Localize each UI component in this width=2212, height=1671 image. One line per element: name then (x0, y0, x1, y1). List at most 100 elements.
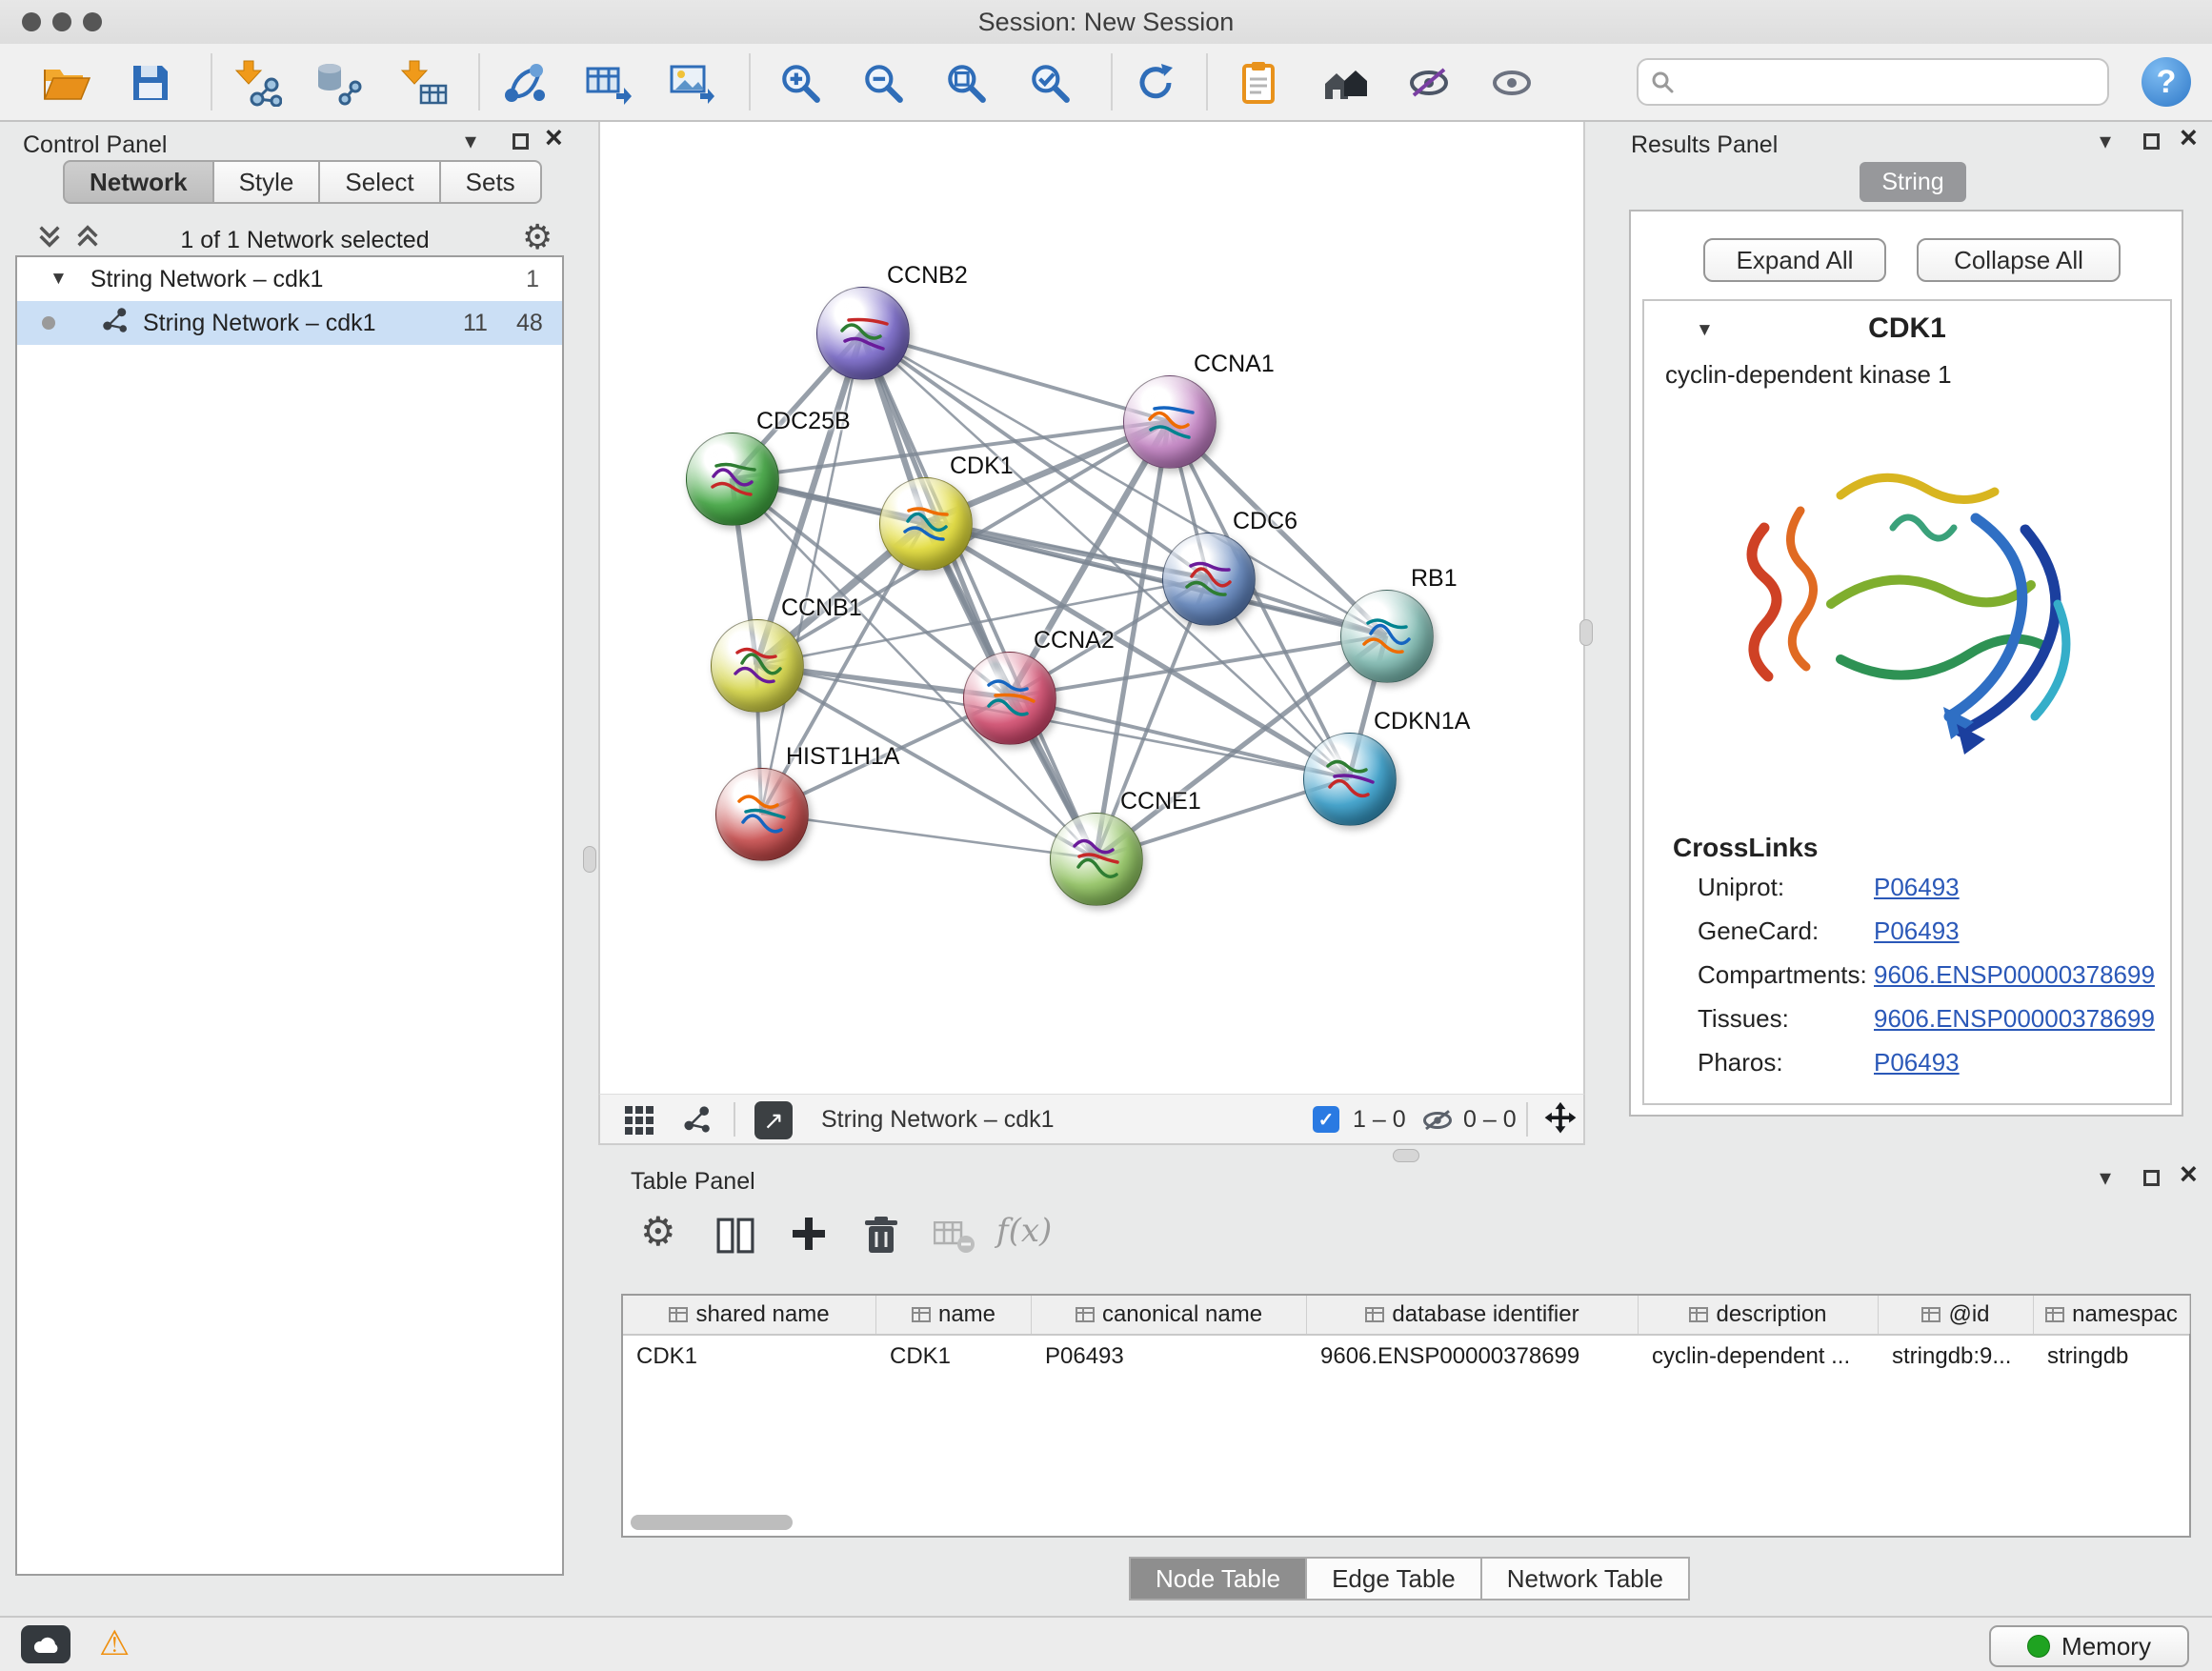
add-column-icon[interactable] (789, 1214, 829, 1258)
delete-column-icon[interactable] (863, 1216, 899, 1260)
search-input[interactable] (1675, 67, 2096, 98)
network-tree-root-row[interactable]: ▼ String Network – cdk1 1 (17, 257, 562, 301)
save-session-button[interactable] (121, 53, 180, 112)
pan-move-icon[interactable] (1541, 1100, 1579, 1143)
zoom-fit-icon (943, 60, 989, 106)
column-header-name[interactable]: name (876, 1296, 1032, 1334)
tab-style[interactable]: Style (214, 160, 321, 204)
results-panel-float-icon[interactable] (2143, 133, 2160, 154)
crosslink-link[interactable]: P06493 (1874, 873, 1960, 902)
column-header-id[interactable]: @id (1879, 1296, 2034, 1334)
table-options-gear-icon[interactable]: ⚙ (640, 1208, 676, 1255)
crosslink-link[interactable]: P06493 (1874, 916, 1960, 946)
column-header-description[interactable]: description (1639, 1296, 1879, 1334)
zoom-fit-button[interactable] (936, 53, 995, 112)
network-node-hist1h1a[interactable] (715, 768, 809, 861)
cell-description[interactable]: cyclin-dependent ... (1639, 1336, 1879, 1378)
cell-name[interactable]: CDK1 (876, 1336, 1032, 1378)
help-button[interactable]: ? (2142, 57, 2191, 107)
hidden-eye-slash-icon[interactable] (1421, 1106, 1454, 1139)
zoom-selected-button[interactable] (1020, 53, 1079, 112)
show-all-button[interactable] (1482, 53, 1541, 112)
network-view[interactable]: CCNB2CCNA1CDC25BCDK1CDC6RB1CCNB1CCNA2CDK… (598, 122, 1585, 1094)
crosslink-link[interactable]: P06493 (1874, 1048, 1960, 1077)
crosslink-link[interactable]: 9606.ENSP00000378699 (1874, 960, 2155, 990)
cell-canonical-name[interactable]: P06493 (1032, 1336, 1307, 1378)
control-panel-float-icon[interactable] (513, 133, 529, 154)
network-node-ccna2[interactable] (963, 652, 1056, 745)
network-node-ccna1[interactable] (1123, 375, 1217, 469)
table-panel-close-icon[interactable]: × (2180, 1164, 2198, 1183)
table-panel-float-icon[interactable] (2143, 1170, 2160, 1191)
tab-string[interactable]: String (1860, 162, 1966, 202)
memory-button[interactable]: Memory (1989, 1625, 2189, 1667)
collapse-all-tree-icon[interactable] (36, 223, 63, 254)
tab-edge-table[interactable]: Edge Table (1307, 1557, 1482, 1601)
tab-sets[interactable]: Sets (441, 160, 542, 204)
import-network-file-icon (234, 59, 282, 107)
column-header-shared-name[interactable]: shared name (623, 1296, 876, 1334)
zoom-window-button[interactable] (83, 12, 102, 31)
cloud-button[interactable] (21, 1625, 70, 1663)
zoom-out-button[interactable] (854, 53, 913, 112)
network-edges (600, 122, 1583, 1090)
new-table-button[interactable] (578, 53, 637, 112)
network-node-ccnb1[interactable] (711, 619, 804, 713)
column-header-canonical-name[interactable]: canonical name (1032, 1296, 1307, 1334)
control-panel-collapse-icon[interactable]: ▾ (465, 128, 476, 155)
bottom-splitter-handle[interactable] (1393, 1149, 1419, 1162)
table-row[interactable]: CDK1 CDK1 P06493 9606.ENSP00000378699 cy… (623, 1336, 2189, 1378)
network-node-ccne1[interactable] (1050, 813, 1143, 906)
control-panel-close-icon[interactable]: × (545, 128, 563, 147)
minimize-window-button[interactable] (52, 12, 71, 31)
close-window-button[interactable] (22, 12, 41, 31)
refresh-button[interactable] (1126, 53, 1185, 112)
tab-select[interactable]: Select (320, 160, 440, 204)
open-session-button[interactable] (37, 53, 96, 112)
table-panel-collapse-icon[interactable]: ▾ (2100, 1164, 2111, 1192)
horizontal-scrollbar-thumb[interactable] (631, 1515, 793, 1530)
selected-checkbox-icon[interactable]: ✓ (1313, 1106, 1339, 1133)
warning-icon[interactable]: ⚠ (99, 1623, 130, 1663)
cell-namespace[interactable]: stringdb (2034, 1336, 2190, 1378)
network-node-ccnb2[interactable] (816, 287, 910, 380)
expand-all-button[interactable]: Expand All (1703, 238, 1886, 282)
new-network-button[interactable] (495, 53, 554, 112)
import-table-file-button[interactable] (394, 53, 453, 112)
right-splitter-handle[interactable] (1579, 619, 1593, 646)
network-node-rb1[interactable] (1340, 590, 1434, 683)
network-options-gear-icon[interactable]: ⚙ (522, 217, 553, 257)
cell-id[interactable]: stringdb:9... (1879, 1336, 2034, 1378)
cell-shared-name[interactable]: CDK1 (623, 1336, 876, 1378)
export-image-button[interactable] (662, 53, 721, 112)
show-all-networks-button[interactable] (1316, 53, 1375, 112)
left-splitter-handle[interactable] (583, 846, 596, 873)
copy-view-button[interactable] (1230, 53, 1289, 112)
column-header-database-identifier[interactable]: database identifier (1307, 1296, 1639, 1334)
open-in-new-icon[interactable]: ↗ (754, 1101, 793, 1139)
disclosure-triangle-icon[interactable]: ▼ (50, 269, 68, 290)
results-panel-close-icon[interactable]: × (2180, 128, 2198, 147)
import-network-database-button[interactable] (309, 53, 368, 112)
tab-node-table[interactable]: Node Table (1129, 1557, 1307, 1601)
network-node-cdkn1a[interactable] (1303, 733, 1397, 826)
save-icon (130, 62, 171, 104)
zoom-in-button[interactable] (771, 53, 830, 112)
collapse-all-button[interactable]: Collapse All (1917, 238, 2121, 282)
results-panel-collapse-icon[interactable]: ▾ (2100, 128, 2111, 155)
network-node-cdc6[interactable] (1162, 533, 1256, 626)
show-columns-icon[interactable] (716, 1218, 754, 1258)
expand-all-tree-icon[interactable] (74, 223, 101, 254)
column-header-namespace[interactable]: namespac (2034, 1296, 2190, 1334)
import-network-file-button[interactable] (229, 53, 288, 112)
network-node-cdk1[interactable] (879, 477, 973, 571)
network-tree-child-row[interactable]: String Network – cdk1 11 48 (17, 301, 562, 345)
network-share-icon[interactable] (682, 1104, 713, 1139)
network-node-cdc25b[interactable] (686, 433, 779, 526)
tab-network[interactable]: Network (63, 160, 214, 204)
cell-database-identifier[interactable]: 9606.ENSP00000378699 (1307, 1336, 1639, 1378)
crosslink-link[interactable]: 9606.ENSP00000378699 (1874, 1004, 2155, 1034)
tab-network-table[interactable]: Network Table (1482, 1557, 1690, 1601)
hide-selected-button[interactable] (1399, 53, 1458, 112)
birdseye-grid-icon[interactable] (625, 1106, 654, 1139)
